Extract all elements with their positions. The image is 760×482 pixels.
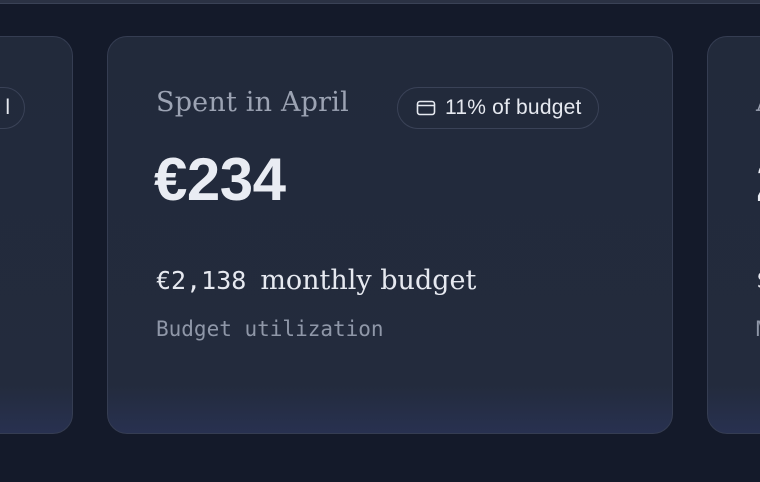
stat-card-previous[interactable]: l — [0, 36, 73, 434]
monthly-budget-amount: €2,138 — [156, 266, 247, 295]
stat-card-next-utilization: M — [756, 317, 760, 341]
stat-card-next-title: A — [756, 87, 760, 118]
monthly-budget-label: monthly budget — [260, 265, 477, 296]
budget-utilization-label: Budget utilization — [156, 317, 384, 341]
stat-card-next[interactable]: A 2 $ M — [707, 36, 760, 434]
stat-card-spent[interactable]: Spent in April 11% of budget €234 €2,138… — [107, 36, 673, 434]
monthly-budget-line: €2,138 monthly budget — [156, 265, 476, 296]
budget-percent-badge: 11% of budget — [397, 87, 599, 129]
top-divider — [0, 0, 760, 4]
budget-percent-text: 11% of budget — [445, 96, 582, 119]
stat-card-previous-badge: l — [0, 87, 25, 129]
stat-card-title: Spent in April — [156, 87, 349, 118]
dashboard-stage: l Spent in April 11% of budget €234 €2,1… — [0, 0, 760, 482]
stat-card-next-amount: 2 — [756, 149, 760, 214]
stat-card-previous-badge-text: l — [5, 96, 10, 119]
wallet-icon — [416, 98, 436, 118]
spent-amount: €234 — [154, 146, 286, 213]
stat-card-next-budget: $ — [756, 265, 760, 294]
